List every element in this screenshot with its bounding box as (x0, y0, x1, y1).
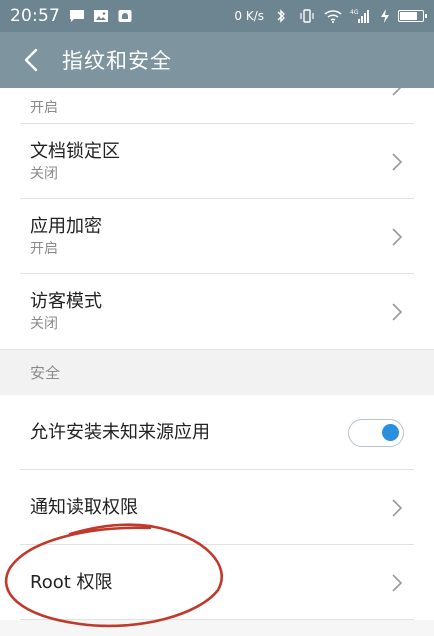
settings-group-features: 开启 文档锁定区 关闭 应用加密 开启 访客模式 关闭 (0, 88, 434, 349)
charging-icon (380, 9, 390, 23)
signal-icon: 4G (350, 9, 372, 23)
toggle-knob (382, 423, 399, 441)
page-title: 指纹和安全 (62, 49, 172, 73)
list-item-document-vault[interactable]: 文档锁定区 关闭 (0, 124, 434, 199)
list-item-unknown-sources[interactable]: 允许安装未知来源应用 (0, 395, 434, 470)
title-bar: 指纹和安全 (0, 32, 434, 88)
list-item-status: 关闭 (30, 165, 58, 182)
list-item-title: 文档锁定区 (30, 140, 120, 162)
list-item-status: 开启 (30, 240, 58, 257)
status-bar: 20:57 0 K/s 4G (0, 0, 434, 32)
battery-icon (398, 10, 427, 22)
chevron-right-icon (390, 88, 404, 98)
list-item-status: 开启 (30, 100, 58, 116)
vibrate-icon (298, 9, 316, 23)
chevron-right-icon (390, 226, 404, 248)
back-button[interactable] (0, 32, 62, 88)
list-item-status: 关闭 (30, 315, 58, 332)
screen: 20:57 0 K/s 4G 指纹和安全 开启 文档锁定区 关闭 应用加密 开启… (0, 0, 434, 636)
list-item-root-permission[interactable]: Root 权限 (0, 545, 434, 620)
list-item-notification-access[interactable]: 通知读取权限 (0, 470, 434, 545)
chevron-right-icon (390, 497, 404, 519)
network-type: 4G (350, 9, 359, 16)
chevron-right-icon (390, 151, 404, 173)
list-item-title: 应用加密 (30, 215, 102, 237)
list-item-partial[interactable]: 开启 (0, 88, 434, 124)
list-item-guest-mode[interactable]: 访客模式 关闭 (0, 274, 434, 349)
list-item-title: 通知读取权限 (30, 496, 138, 518)
settings-list: 开启 文档锁定区 关闭 应用加密 开启 访客模式 关闭 安全 允许安装未知来源应… (0, 88, 434, 636)
back-arrow-icon (24, 48, 38, 72)
bluetooth-icon (272, 9, 290, 23)
status-left-icons (68, 9, 134, 23)
chevron-right-icon (390, 572, 404, 594)
settings-group-security: 允许安装未知来源应用 通知读取权限 Root 权限 (0, 395, 434, 620)
section-header-security: 安全 (0, 349, 434, 395)
list-bottom-space (0, 620, 434, 636)
status-time: 20:57 (10, 6, 60, 26)
status-right-icons: 0 K/s 4G (234, 9, 427, 23)
chevron-right-icon (390, 301, 404, 323)
net-speed: 0 K/s (234, 9, 264, 23)
notification-app-icon (116, 9, 134, 23)
list-item-title: Root 权限 (30, 571, 113, 593)
list-item-title: 访客模式 (30, 290, 102, 312)
list-item-title: 允许安装未知来源应用 (30, 421, 210, 443)
message-icon (68, 9, 86, 23)
image-icon (92, 9, 110, 23)
list-item-app-encryption[interactable]: 应用加密 开启 (0, 199, 434, 274)
wifi-icon (324, 9, 342, 23)
unknown-sources-toggle[interactable] (348, 418, 404, 447)
